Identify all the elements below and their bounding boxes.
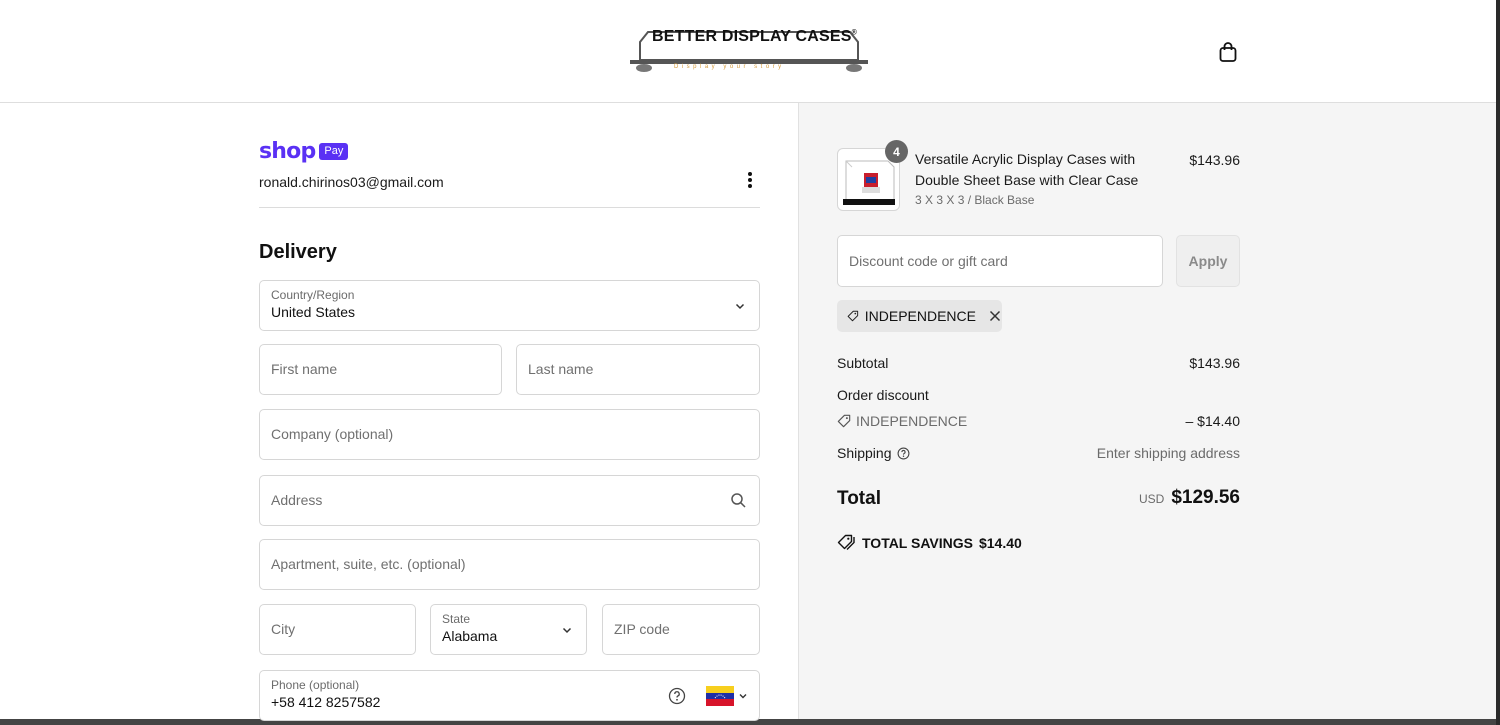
account-menu-button[interactable]: [741, 170, 759, 192]
shipping-row: Shipping Enter shipping address: [837, 445, 1240, 461]
order-discount-code-row: INDEPENDENCE – $14.40: [837, 413, 1240, 429]
product-variant: 3 X 3 X 3 / Black Base: [915, 193, 1035, 207]
shipping-label: Shipping: [837, 445, 892, 461]
last-name-field[interactable]: Last name: [516, 344, 760, 395]
country-value: United States: [271, 304, 356, 320]
product-price: $143.96: [1189, 152, 1240, 168]
total-currency: USD: [1138, 492, 1165, 506]
total-amount: $129.56: [1171, 487, 1240, 508]
phone-label: Phone (optional): [271, 678, 360, 692]
help-circle-icon[interactable]: [897, 447, 910, 460]
subtotal-label: Subtotal: [837, 355, 889, 371]
tag-icon: [837, 414, 851, 428]
subtotal-row: Subtotal $143.96: [837, 355, 1240, 371]
logo-text: BETTER DISPLAY CASES: [652, 28, 852, 45]
remove-discount-button[interactable]: [988, 309, 1002, 323]
apartment-placeholder: Apartment, suite, etc. (optional): [271, 556, 466, 572]
tag-icon: [847, 310, 859, 322]
store-logo[interactable]: BETTER DISPLAY CASES® Display your story: [628, 24, 870, 76]
tags-icon: [837, 534, 855, 550]
chevron-down-icon: [739, 694, 747, 699]
first-name-placeholder: First name: [271, 361, 338, 377]
order-discount-row: Order discount: [837, 387, 1240, 403]
product-title: Versatile Acrylic Display Cases with Dou…: [915, 151, 1139, 188]
city-placeholder: City: [271, 621, 296, 637]
total-label: Total: [837, 488, 881, 509]
discount-code-input[interactable]: Discount code or gift card: [837, 235, 1163, 287]
apartment-field[interactable]: Apartment, suite, etc. (optional): [259, 539, 760, 590]
address-field[interactable]: Address: [259, 475, 760, 526]
shop-wordmark: shop: [259, 139, 316, 164]
kebab-icon: [748, 172, 752, 176]
country-select[interactable]: Country/Region United States: [259, 280, 760, 331]
state-value: Alabama: [442, 628, 498, 644]
search-icon: [731, 493, 746, 508]
total-savings: TOTAL SAVINGS $14.40: [837, 534, 1022, 551]
account-email: ronald.chirinos03@gmail.com: [259, 174, 444, 190]
shopping-bag-icon: [1219, 42, 1237, 62]
shipping-value: Enter shipping address: [1096, 445, 1240, 461]
site-header: BETTER DISPLAY CASES® Display your story: [0, 0, 1500, 103]
applied-discount-chip: INDEPENDENCE: [837, 300, 1002, 332]
help-circle-icon[interactable]: [668, 687, 686, 705]
company-field[interactable]: Company (optional): [259, 409, 760, 460]
address-placeholder: Address: [271, 492, 323, 508]
chevron-down-icon: [562, 627, 572, 634]
shop-pay-logo: shop Pay: [259, 139, 349, 164]
registered-mark: ®: [851, 29, 857, 37]
delivery-heading: Delivery: [259, 241, 337, 263]
country-label: Country/Region: [271, 288, 355, 302]
order-discount-code: INDEPENDENCE: [856, 413, 968, 429]
zip-field[interactable]: ZIP code: [602, 604, 760, 655]
logo-tagline: Display your story: [674, 64, 785, 70]
divider: [259, 207, 760, 208]
last-name-placeholder: Last name: [528, 361, 594, 377]
quantity-badge: 4: [885, 140, 908, 163]
zip-placeholder: ZIP code: [614, 621, 670, 637]
pay-badge: Pay: [319, 143, 349, 160]
phone-field[interactable]: Phone (optional) +58 412 8257582: [259, 670, 760, 721]
order-discount-value: – $14.40: [1185, 413, 1241, 429]
order-discount-label: Order discount: [837, 387, 929, 403]
total-amount-group: USD $129.56: [1139, 487, 1240, 509]
chevron-down-icon: [735, 303, 745, 310]
city-field[interactable]: City: [259, 604, 416, 655]
discount-placeholder: Discount code or gift card: [849, 253, 1008, 269]
state-label: State: [442, 612, 471, 626]
phone-value: +58 412 8257582: [271, 694, 381, 710]
company-placeholder: Company (optional): [271, 426, 394, 442]
first-name-field[interactable]: First name: [259, 344, 502, 395]
cart-button[interactable]: [1214, 39, 1242, 65]
total-savings-value: $14.40: [978, 534, 1022, 551]
apply-discount-button[interactable]: Apply: [1176, 235, 1240, 287]
total-savings-label: TOTAL SAVINGS: [862, 534, 973, 551]
window-edge: [1496, 0, 1500, 725]
applied-discount-code: INDEPENDENCE: [864, 308, 976, 324]
venezuela-flag-icon: [706, 686, 734, 706]
state-select[interactable]: State Alabama: [430, 604, 587, 655]
subtotal-value: $143.96: [1189, 355, 1240, 371]
close-icon: [989, 310, 1001, 322]
country-code-select[interactable]: [706, 685, 750, 707]
